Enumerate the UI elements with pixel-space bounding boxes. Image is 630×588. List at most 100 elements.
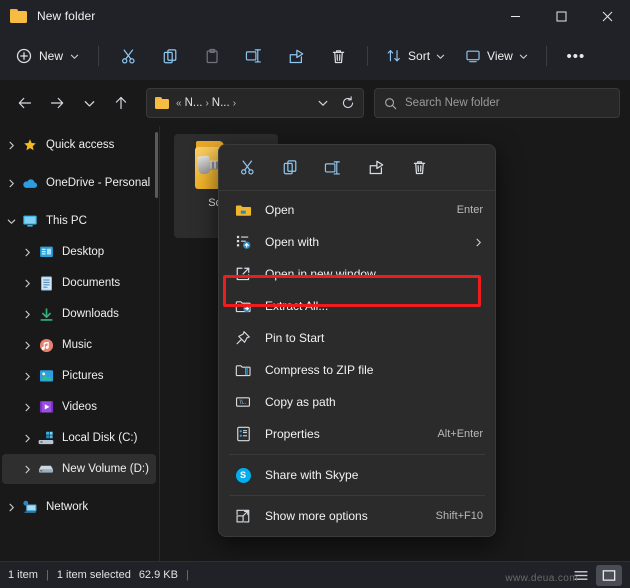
chevron-down-icon[interactable] xyxy=(2,217,20,226)
monitor-icon xyxy=(20,214,40,228)
refresh-button[interactable] xyxy=(335,90,361,116)
chevron-down-icon xyxy=(519,52,528,61)
window-title: New folder xyxy=(37,9,95,23)
paste-button[interactable] xyxy=(192,40,232,72)
sidebar-scrollbar[interactable] xyxy=(155,132,158,198)
network-icon xyxy=(20,500,40,514)
file-explorer-window: New folder New xyxy=(0,0,630,588)
chevron-right-icon[interactable] xyxy=(2,141,20,150)
sidebar-item-label: This PC xyxy=(46,215,87,227)
address-dropdown-button[interactable] xyxy=(311,90,335,116)
menu-item-share-with-skype[interactable]: S Share with Skype xyxy=(223,459,491,491)
share-icon xyxy=(288,48,305,65)
breadcrumb-item-1[interactable]: N... xyxy=(212,97,230,109)
sidebar-item-pictures[interactable]: Pictures xyxy=(2,361,156,391)
chevron-right-icon xyxy=(474,238,483,247)
sidebar-item-new-volume-d[interactable]: New Volume (D:) xyxy=(2,454,156,484)
folder-icon xyxy=(155,97,170,110)
menu-item-open[interactable]: Open Enter xyxy=(223,194,491,226)
chevron-right-icon[interactable] xyxy=(18,465,36,474)
details-view-button[interactable] xyxy=(568,565,594,586)
maximize-button[interactable] xyxy=(538,0,584,32)
back-button[interactable] xyxy=(10,88,40,118)
copy-path-icon: \\.. xyxy=(233,395,253,409)
chevron-right-icon[interactable] xyxy=(2,503,20,512)
sidebar-item-downloads[interactable]: Downloads xyxy=(2,299,156,329)
large-icons-view-button[interactable] xyxy=(596,565,622,586)
breadcrumb: « N... › N... › xyxy=(176,97,311,109)
chevron-right-icon[interactable] xyxy=(18,279,36,288)
menu-item-show-more-options[interactable]: Show more options Shift+F10 xyxy=(223,500,491,532)
menu-item-label: Open with xyxy=(265,235,466,249)
folder-open-icon xyxy=(233,203,253,218)
sidebar-item-videos[interactable]: Videos xyxy=(2,392,156,422)
search-box[interactable]: Search New folder xyxy=(374,88,620,118)
status-separator: | xyxy=(186,569,189,581)
rename-button[interactable] xyxy=(313,152,353,184)
sidebar-item-onedrive[interactable]: OneDrive - Personal xyxy=(2,168,156,198)
minimize-button[interactable] xyxy=(492,0,538,32)
divider xyxy=(367,46,368,66)
chevron-right-icon[interactable] xyxy=(18,372,36,381)
trash-icon xyxy=(411,159,428,176)
sidebar-item-local-disk-c[interactable]: Local Disk (C:) xyxy=(2,423,156,453)
breadcrumb-item-0[interactable]: N... xyxy=(185,97,203,109)
new-button[interactable]: New xyxy=(8,40,89,72)
command-bar: New Sort View xyxy=(0,32,630,80)
sidebar-item-label: Network xyxy=(46,501,88,513)
chevron-right-icon[interactable] xyxy=(18,403,36,412)
window-controls xyxy=(492,0,630,32)
chevron-right-icon[interactable] xyxy=(18,341,36,350)
sidebar-item-network[interactable]: Network xyxy=(2,492,156,522)
chevron-right-icon[interactable] xyxy=(2,179,20,188)
copy-button[interactable] xyxy=(270,152,310,184)
share-button[interactable] xyxy=(276,40,316,72)
recent-locations-button[interactable] xyxy=(74,88,104,118)
cut-button[interactable] xyxy=(108,40,148,72)
explorer-body: Quick access OneDrive - Personal xyxy=(0,126,630,561)
search-input[interactable]: Search New folder xyxy=(405,97,500,109)
arrow-up-icon xyxy=(113,95,129,111)
view-icon xyxy=(465,48,481,64)
delete-button[interactable] xyxy=(318,40,358,72)
chevron-right-icon[interactable] xyxy=(18,248,36,257)
sidebar-item-label: Music xyxy=(62,339,92,351)
share-button[interactable] xyxy=(356,152,396,184)
menu-item-compress-to-zip[interactable]: Compress to ZIP file xyxy=(223,354,491,386)
sidebar-item-music[interactable]: Music xyxy=(2,330,156,360)
sidebar-item-documents[interactable]: Documents xyxy=(2,268,156,298)
selection-label: 1 item selected xyxy=(57,569,131,581)
sidebar-item-desktop[interactable]: Desktop xyxy=(2,237,156,267)
view-button[interactable]: View xyxy=(456,40,537,72)
sidebar-item-label: New Volume (D:) xyxy=(62,463,149,475)
status-bar: 1 item | 1 item selected 62.9 KB | www.d… xyxy=(0,561,630,588)
rename-button[interactable] xyxy=(234,40,274,72)
chevron-right-icon[interactable] xyxy=(18,434,36,443)
up-button[interactable] xyxy=(106,88,136,118)
see-more-button[interactable]: ••• xyxy=(556,40,596,72)
rename-icon xyxy=(324,159,342,177)
sidebar-item-label: Desktop xyxy=(62,246,104,258)
sidebar-item-label: OneDrive - Personal xyxy=(46,177,150,189)
menu-item-label: Open in new window xyxy=(265,267,483,281)
menu-item-copy-as-path[interactable]: \\.. Copy as path xyxy=(223,386,491,418)
menu-item-properties[interactable]: Properties Alt+Enter xyxy=(223,418,491,450)
delete-button[interactable] xyxy=(399,152,439,184)
menu-item-extract-all[interactable]: Extract All... xyxy=(223,290,491,322)
cut-button[interactable] xyxy=(227,152,267,184)
forward-button[interactable] xyxy=(42,88,72,118)
breadcrumb-overflow[interactable]: « xyxy=(176,98,182,109)
sort-icon xyxy=(386,48,402,64)
menu-item-open-with[interactable]: Open with xyxy=(223,226,491,258)
close-button[interactable] xyxy=(584,0,630,32)
file-list-pane[interactable]: Square xyxy=(160,126,630,561)
chevron-right-icon[interactable] xyxy=(18,310,36,319)
menu-item-pin-to-start[interactable]: Pin to Start xyxy=(223,322,491,354)
address-bar[interactable]: « N... › N... › xyxy=(146,88,364,118)
menu-item-open-in-new-window[interactable]: Open in new window xyxy=(223,258,491,290)
sort-button[interactable]: Sort xyxy=(377,40,454,72)
sidebar-item-this-pc[interactable]: This PC xyxy=(2,206,156,236)
copy-button[interactable] xyxy=(150,40,190,72)
title-bar: New folder xyxy=(0,0,630,32)
sidebar-item-quick-access[interactable]: Quick access xyxy=(2,130,156,160)
